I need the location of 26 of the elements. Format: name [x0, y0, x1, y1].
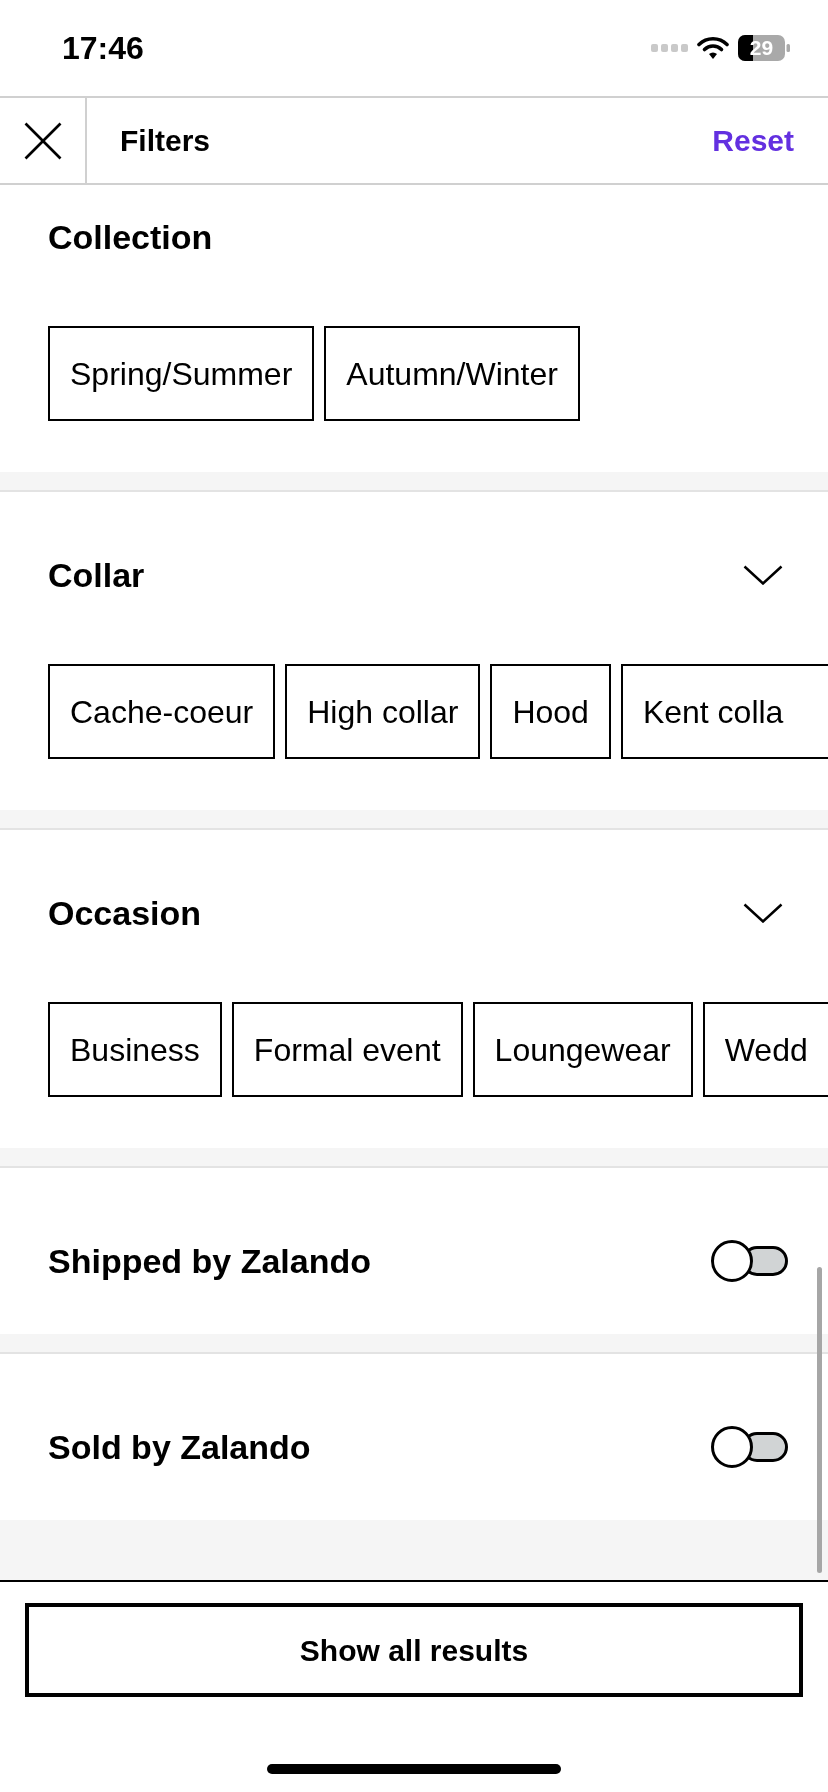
section-title: Collection [48, 217, 213, 257]
chevron-down-icon[interactable] [743, 903, 783, 923]
section-title: Collar [48, 555, 145, 595]
wifi-icon [697, 36, 729, 60]
show-results-button[interactable]: Show all results [25, 1603, 803, 1697]
option-chip[interactable]: Business [48, 1002, 222, 1097]
option-chip[interactable]: Hood [490, 664, 611, 759]
section-title: Sold by Zalando [48, 1427, 311, 1467]
close-icon [23, 121, 62, 160]
status-time: 17:46 [62, 32, 144, 64]
toggle-switch[interactable] [711, 1240, 788, 1282]
option-chip[interactable]: Spring/Summer [48, 326, 315, 421]
option-chip[interactable]: Formal event [231, 1002, 463, 1097]
toggle-switch[interactable] [711, 1426, 788, 1468]
option-chip[interactable]: Loungewear [472, 1002, 693, 1097]
section-title: Shipped by Zalando [48, 1241, 372, 1281]
option-chip[interactable]: High collar [285, 664, 481, 759]
option-chip[interactable]: Kent colla [620, 664, 828, 759]
filters-title: Filters [120, 123, 211, 159]
option-chip[interactable]: Wedd [702, 1002, 828, 1097]
signal-dots-icon [651, 44, 688, 52]
option-chip[interactable]: Cache-coeur [48, 664, 276, 759]
reset-button[interactable]: Reset [712, 118, 794, 163]
chevron-down-icon[interactable] [743, 565, 783, 585]
section-title: Occasion [48, 893, 202, 933]
option-chip[interactable]: Autumn/Winter [324, 326, 580, 421]
